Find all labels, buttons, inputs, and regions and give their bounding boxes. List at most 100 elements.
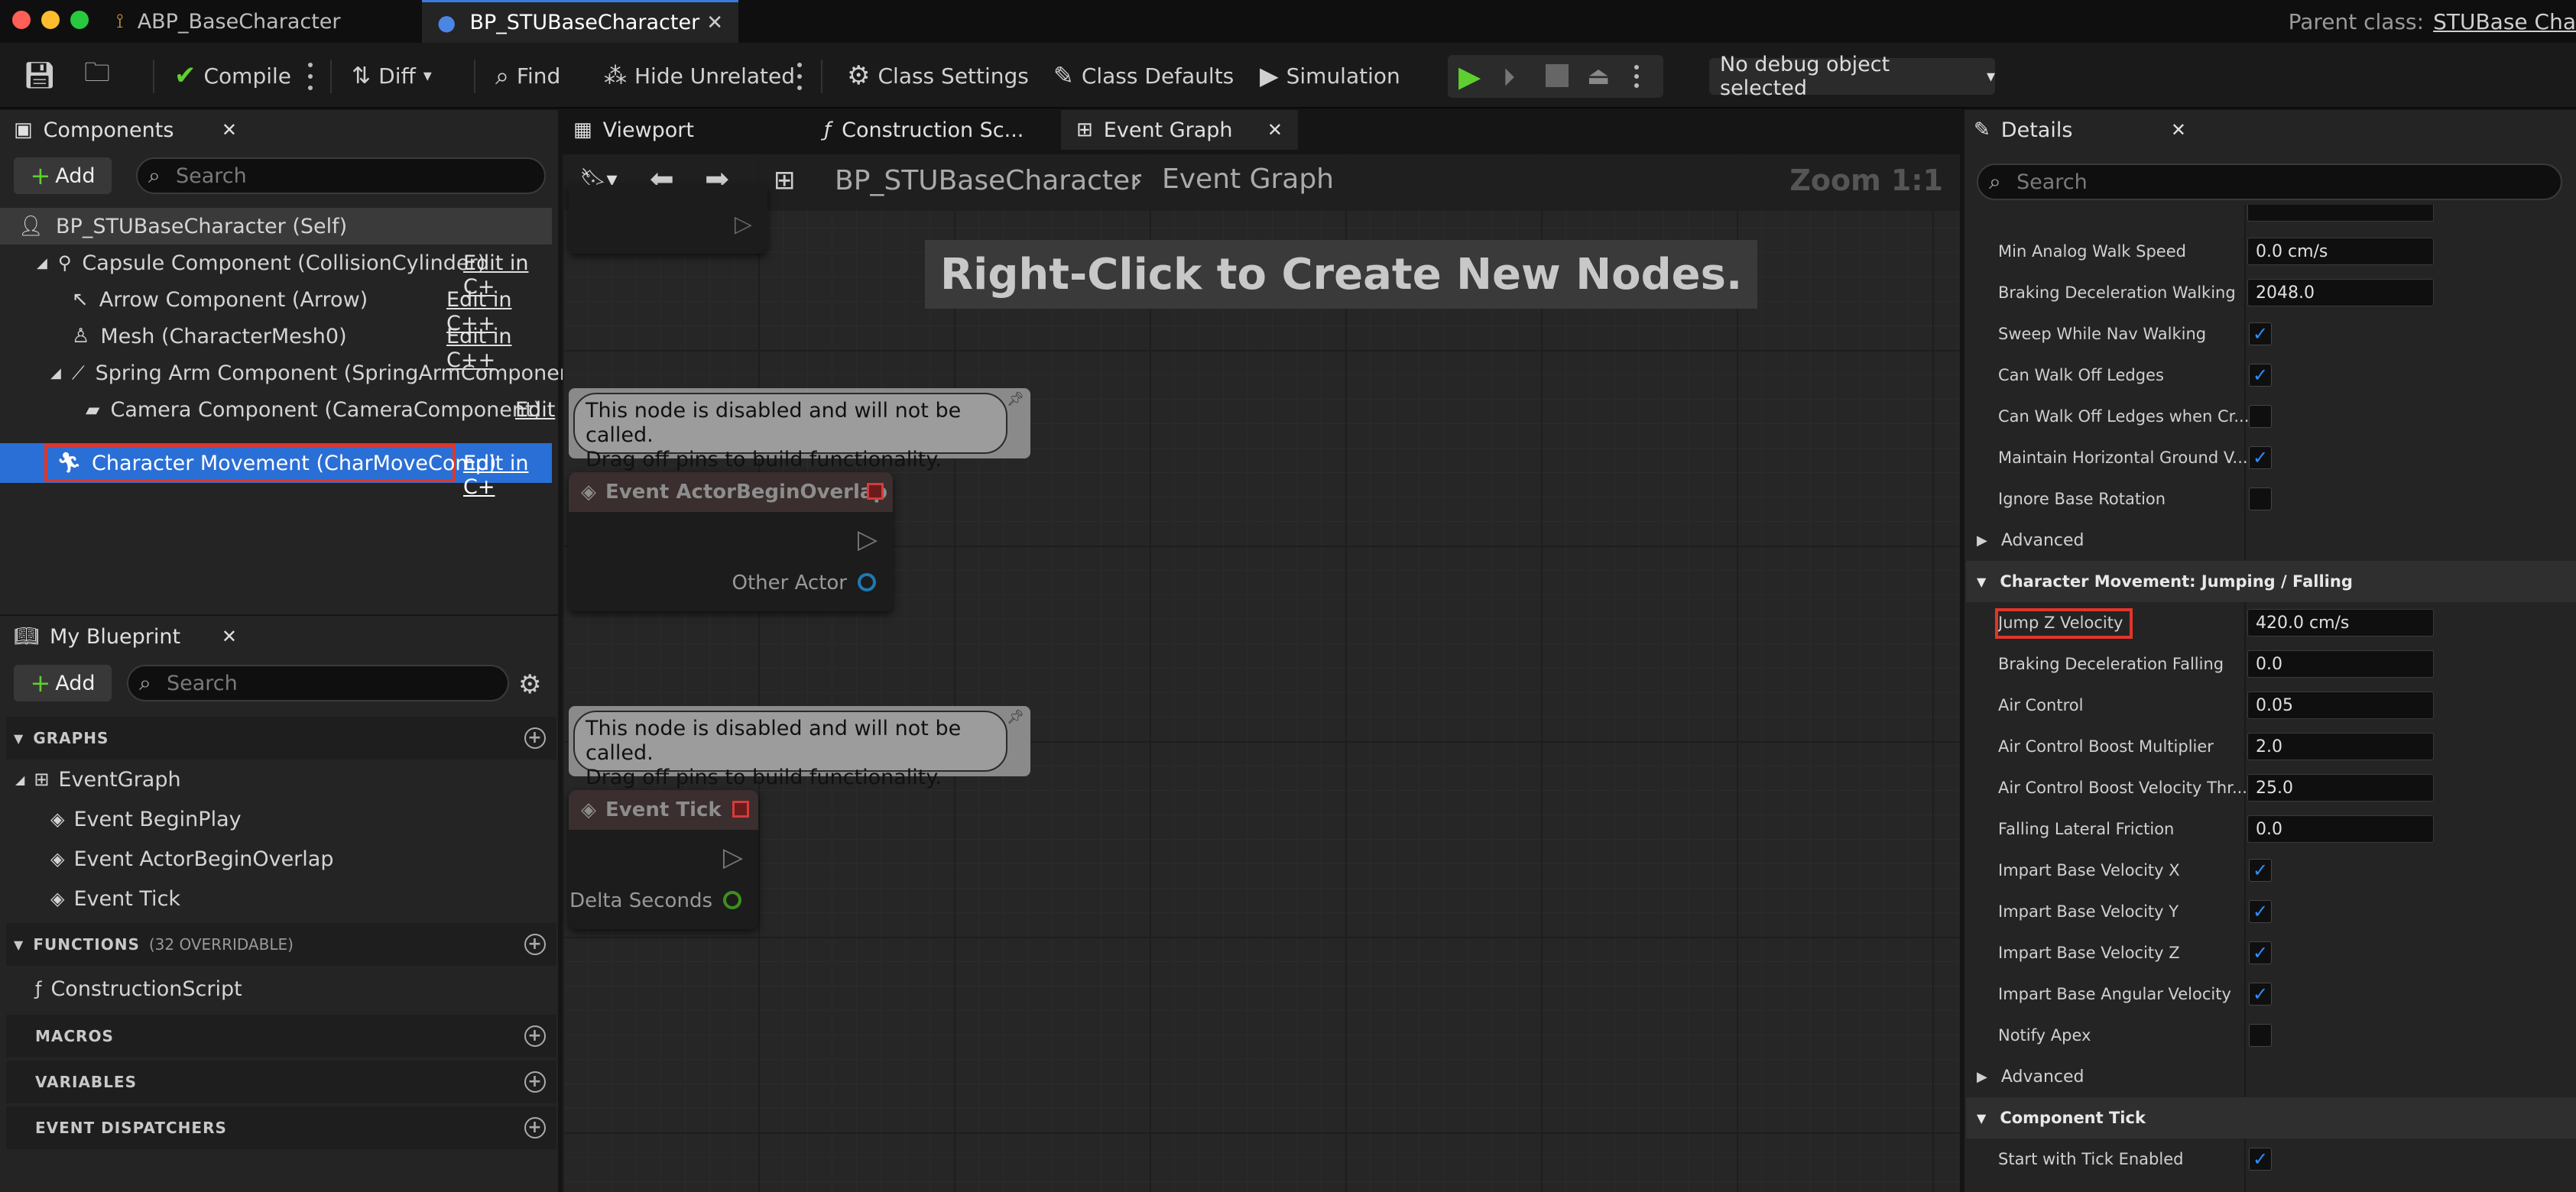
- components-search-input[interactable]: ⌕ Search: [136, 157, 546, 194]
- braking-decel-walking-field[interactable]: 2048.0: [2247, 279, 2434, 306]
- graph-item-eventgraph[interactable]: ◢ ⊞ EventGraph: [0, 761, 181, 798]
- pin-comment-icon[interactable]: 📌︎: [1007, 391, 1024, 407]
- find-button[interactable]: ⌕ Find: [495, 43, 560, 109]
- breadcrumb-graph[interactable]: Event Graph: [1162, 164, 1334, 195]
- add-graph-icon[interactable]: +: [524, 727, 546, 749]
- functions-section-header[interactable]: ▼ FUNCTIONS (32 OVERRIDABLE) +: [6, 923, 556, 966]
- event-graph-canvas[interactable]: 🔖︎▾ ⬅ ➡ ⊞ BP_STUBaseCharacter › Event Gr…: [563, 154, 1960, 1192]
- play-icon[interactable]: ▶: [1458, 60, 1481, 93]
- partial-node-beginplay[interactable]: ▷: [569, 185, 767, 254]
- minimize-window-button[interactable]: [41, 11, 60, 29]
- variables-section-header[interactable]: VARIABLES +: [6, 1061, 556, 1103]
- stop-icon[interactable]: [1546, 64, 1569, 87]
- details-search-input[interactable]: ⌕ Search: [1977, 164, 2562, 200]
- class-settings-button[interactable]: ⚙ Class Settings: [847, 43, 1029, 109]
- step-icon[interactable]: ⏵︎: [1503, 63, 1515, 92]
- class-defaults-button[interactable]: ✎ Class Defaults: [1053, 43, 1234, 109]
- compile-options-button[interactable]: [307, 63, 313, 90]
- delegate-pin-icon[interactable]: [867, 483, 884, 500]
- air-control-boost-threshold-field[interactable]: 25.0: [2247, 774, 2434, 802]
- tab-construction-script[interactable]: ƒ Construction Sc...: [824, 110, 1024, 150]
- event-actorbeginoverlap-node[interactable]: ◈ Event ActorBeginOverlap ▷ Other Actor: [569, 472, 893, 611]
- parent-class-link[interactable]: STUBase Cha: [2433, 9, 2576, 34]
- impart-velocity-y-checkbox[interactable]: ✓: [2249, 900, 2272, 923]
- event-item-tick[interactable]: ◈ Event Tick: [0, 880, 180, 917]
- delegate-pin-icon[interactable]: [732, 801, 749, 818]
- braking-decel-falling-field[interactable]: 0.0: [2247, 650, 2434, 678]
- air-control-boost-multiplier-field[interactable]: 2.0: [2247, 733, 2434, 760]
- my-blueprint-search-input[interactable]: ⌕ Search: [127, 665, 509, 701]
- tab-event-graph[interactable]: ⊞ Event Graph ✕: [1061, 110, 1298, 150]
- component-row-camera[interactable]: ▰ Camera Component (CameraComponent): [0, 391, 541, 428]
- breadcrumb-blueprint[interactable]: BP_STUBaseCharacter: [835, 165, 1141, 196]
- min-analog-walk-speed-field[interactable]: 0.0 cm/s: [2247, 238, 2434, 265]
- exec-pin-icon[interactable]: ▷: [858, 524, 878, 555]
- eject-icon[interactable]: ⏏: [1587, 61, 1610, 90]
- simulation-button[interactable]: ▶︎ Simulation: [1260, 43, 1400, 109]
- close-tab-icon[interactable]: ✕: [222, 119, 237, 141]
- start-with-tick-checkbox[interactable]: ✓: [2249, 1148, 2272, 1171]
- close-tab-icon[interactable]: ✕: [222, 626, 237, 647]
- debug-object-select[interactable]: No debug object selected ▾: [1709, 53, 1995, 100]
- component-tick-section-header[interactable]: ▼ Component Tick: [1966, 1097, 2576, 1139]
- falling-lateral-friction-field[interactable]: 0.0: [2247, 815, 2434, 843]
- pin-comment-icon[interactable]: 📌︎: [1007, 709, 1024, 725]
- dispatchers-section-header[interactable]: EVENT DISPATCHERS +: [6, 1106, 556, 1149]
- component-row-spring-arm[interactable]: ◢ ⟋ Spring Arm Component (SpringArmCompo…: [0, 355, 589, 391]
- hide-unrelated-button[interactable]: ⁂ Hide Unrelated: [604, 43, 795, 109]
- maintain-horizontal-velocity-checkbox[interactable]: ✓: [2249, 446, 2272, 469]
- diff-button[interactable]: ⇅ Diff ▾: [352, 43, 432, 109]
- can-walk-off-ledges-checkbox[interactable]: ✓: [2249, 364, 2272, 387]
- close-tab-icon[interactable]: ✕: [706, 11, 723, 34]
- macros-section-header[interactable]: MACROS +: [6, 1015, 556, 1058]
- add-component-button[interactable]: + Add: [14, 157, 112, 194]
- exec-pin-icon[interactable]: ▷: [723, 842, 743, 873]
- gear-icon[interactable]: ⚙: [518, 669, 541, 700]
- tab-abp-basecharacter[interactable]: ⟟ ABP_BaseCharacter: [107, 0, 420, 43]
- add-member-button[interactable]: + Add: [14, 665, 112, 701]
- event-tick-node[interactable]: ◈ Event Tick ▷ Delta Seconds: [569, 790, 758, 929]
- tab-bp-stubasecharacter[interactable]: ● BP_STUBaseCharacter ✕: [422, 0, 738, 43]
- add-macro-icon[interactable]: +: [524, 1025, 546, 1047]
- impart-velocity-z-checkbox[interactable]: ✓: [2249, 941, 2272, 964]
- walk-off-ledges-crouching-checkbox[interactable]: [2249, 405, 2272, 428]
- component-row-capsule[interactable]: ◢ ⚲ Capsule Component (CollisionCylinder…: [0, 245, 485, 281]
- impart-velocity-x-checkbox[interactable]: ✓: [2249, 859, 2272, 882]
- advanced-expander[interactable]: ▶ Advanced: [1966, 1056, 2576, 1097]
- function-item-construction[interactable]: ƒ ConstructionScript: [0, 970, 242, 1007]
- event-item-beginplay[interactable]: ◈ Event BeginPlay: [0, 801, 242, 837]
- tab-details[interactable]: ✎ Details ✕: [1964, 110, 2201, 150]
- compile-button[interactable]: ✔ Compile: [174, 43, 291, 109]
- tab-viewport[interactable]: ▦ Viewport: [573, 110, 694, 150]
- component-row-arrow[interactable]: ↖ Arrow Component (Arrow): [0, 281, 368, 318]
- graphs-section-header[interactable]: ▼ GRAPHS +: [6, 717, 556, 760]
- tab-my-blueprint[interactable]: 📖︎ My Blueprint ✕: [0, 616, 252, 657]
- jumping-falling-section-header[interactable]: ▼ Character Movement: Jumping / Falling: [1966, 561, 2576, 602]
- advanced-expander[interactable]: ▶ Advanced: [1966, 520, 2576, 561]
- close-window-button[interactable]: [12, 11, 31, 29]
- tab-components[interactable]: ▣ Components ✕: [0, 110, 252, 150]
- component-row-mesh[interactable]: ♙ Mesh (CharacterMesh0): [0, 318, 347, 355]
- air-control-field[interactable]: 0.05: [2247, 692, 2434, 719]
- impart-angular-velocity-checkbox[interactable]: ✓: [2249, 983, 2272, 1006]
- jump-z-velocity-field[interactable]: 420.0 cm/s: [2247, 609, 2434, 636]
- edit-in-cpp-link[interactable]: Edit in C+: [463, 452, 558, 499]
- float-pin-icon[interactable]: [723, 891, 741, 909]
- play-options-button[interactable]: [1625, 55, 1648, 98]
- clipped-value-field[interactable]: [2247, 205, 2434, 222]
- maximize-window-button[interactable]: [70, 11, 89, 29]
- component-row-self[interactable]: 👤︎ BP_STUBaseCharacter (Self): [0, 208, 552, 245]
- add-variable-icon[interactable]: +: [524, 1071, 546, 1093]
- close-tab-icon[interactable]: ✕: [2171, 119, 2186, 141]
- exec-pin-icon[interactable]: ▷: [735, 211, 752, 238]
- sweep-nav-walking-checkbox[interactable]: ✓: [2249, 322, 2272, 345]
- close-tab-icon[interactable]: ✕: [1267, 119, 1283, 141]
- add-dispatcher-icon[interactable]: +: [524, 1117, 546, 1139]
- ignore-base-rotation-checkbox[interactable]: [2249, 487, 2272, 510]
- find-options-button[interactable]: [796, 63, 803, 90]
- object-pin-icon[interactable]: [858, 573, 876, 591]
- add-function-icon[interactable]: +: [524, 934, 546, 955]
- notify-apex-checkbox[interactable]: [2249, 1024, 2272, 1047]
- save-button[interactable]: 💾︎: [23, 43, 56, 109]
- edit-in-cpp-link[interactable]: Edit: [515, 398, 555, 422]
